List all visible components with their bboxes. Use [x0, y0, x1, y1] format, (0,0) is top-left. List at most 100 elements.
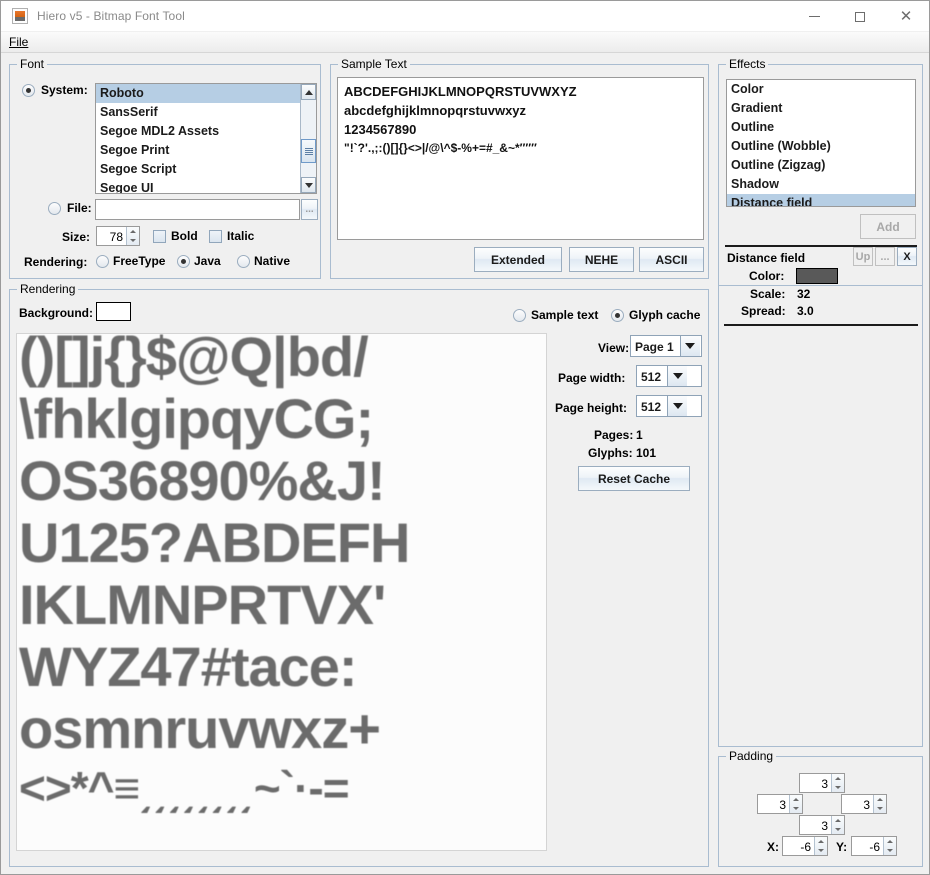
padding-right-increment[interactable]: [874, 795, 886, 804]
minimize-button[interactable]: [791, 1, 837, 32]
background-color-swatch[interactable]: [96, 302, 131, 321]
page-height-dropdown-button[interactable]: [667, 396, 687, 416]
padding-top-arrows[interactable]: [831, 774, 844, 792]
padding-right-arrows[interactable]: [873, 795, 886, 813]
reset-cache-button[interactable]: Reset Cache: [578, 466, 690, 491]
effect-spread-value[interactable]: 3.0: [797, 304, 814, 318]
sample-text-mode-group[interactable]: Sample text: [513, 308, 598, 322]
file-path-input[interactable]: [95, 199, 300, 220]
size-decrement-button[interactable]: [127, 236, 139, 245]
italic-checkbox-group[interactable]: Italic: [209, 229, 254, 243]
list-item[interactable]: Outline (Wobble): [727, 137, 915, 156]
font-panel: Font System: Roboto SansSerif Segoe MDL2…: [9, 64, 321, 279]
list-item[interactable]: Distance field: [727, 194, 915, 207]
list-item[interactable]: SansSerif: [96, 103, 302, 122]
padding-y-increment[interactable]: [884, 837, 896, 846]
scrollbar-thumb[interactable]: [301, 139, 316, 163]
system-font-radio-group[interactable]: System:: [22, 83, 88, 97]
list-item[interactable]: Segoe Script: [96, 160, 302, 179]
glyphs-value: 101: [636, 446, 656, 460]
padding-y-value[interactable]: -6: [852, 837, 883, 855]
effect-options-button[interactable]: ...: [875, 247, 895, 266]
padding-bottom-increment[interactable]: [832, 816, 844, 825]
padding-y-arrows[interactable]: [883, 837, 896, 855]
list-item[interactable]: Shadow: [727, 175, 915, 194]
add-effect-button[interactable]: Add: [860, 214, 916, 239]
padding-y-decrement[interactable]: [884, 846, 896, 855]
java-radio[interactable]: [177, 255, 190, 268]
file-font-radio-group[interactable]: File:: [48, 201, 92, 215]
size-stepper[interactable]: 78: [96, 226, 140, 246]
page-width-dropdown-button[interactable]: [667, 366, 687, 386]
list-item[interactable]: Gradient: [727, 99, 915, 118]
scroll-down-button[interactable]: [301, 177, 316, 193]
italic-checkbox[interactable]: [209, 230, 222, 243]
list-item[interactable]: Roboto: [96, 84, 302, 103]
padding-y-stepper[interactable]: -6: [851, 836, 897, 856]
effect-remove-button[interactable]: X: [897, 247, 917, 266]
native-radio[interactable]: [237, 255, 250, 268]
padding-right-stepper[interactable]: 3: [841, 794, 887, 814]
file-browse-button[interactable]: ...: [301, 199, 318, 220]
bold-checkbox-group[interactable]: Bold: [153, 229, 198, 243]
padding-left-decrement[interactable]: [790, 804, 802, 813]
glyph-cache-canvas[interactable]: ()[]j{}$@Q|bd/ \fhklgipqyCG; OS36890%&J!…: [16, 333, 547, 851]
padding-top-increment[interactable]: [832, 774, 844, 783]
padding-top-value[interactable]: 3: [800, 774, 831, 792]
padding-bottom-decrement[interactable]: [832, 825, 844, 834]
view-page-dropdown-button[interactable]: [680, 336, 700, 356]
freetype-radio[interactable]: [96, 255, 109, 268]
effect-scale-value[interactable]: 32: [797, 287, 810, 301]
padding-left-increment[interactable]: [790, 795, 802, 804]
padding-left-value[interactable]: 3: [758, 795, 789, 813]
page-height-select[interactable]: 512: [636, 395, 702, 417]
padding-right-value[interactable]: 3: [842, 795, 873, 813]
file-radio[interactable]: [48, 202, 61, 215]
ascii-button[interactable]: ASCII: [639, 247, 704, 272]
padding-x-decrement[interactable]: [815, 846, 827, 855]
effect-move-up-button[interactable]: Up: [853, 247, 873, 266]
sample-text-area[interactable]: ABCDEFGHIJKLMNOPQRSTUVWXYZ abcdefghijklm…: [337, 77, 704, 240]
page-width-select[interactable]: 512: [636, 365, 702, 387]
padding-left-arrows[interactable]: [789, 795, 802, 813]
padding-x-value[interactable]: -6: [783, 837, 814, 855]
padding-bottom-stepper[interactable]: 3: [799, 815, 845, 835]
rendering-freetype-group[interactable]: FreeType: [96, 254, 165, 268]
font-list-scrollbar[interactable]: [300, 84, 316, 193]
padding-bottom-arrows[interactable]: [831, 816, 844, 834]
glyph-cache-mode-group[interactable]: Glyph cache: [611, 308, 700, 322]
system-radio[interactable]: [22, 84, 35, 97]
padding-bottom-value[interactable]: 3: [800, 816, 831, 834]
list-item[interactable]: Outline (Zigzag): [727, 156, 915, 175]
view-page-select[interactable]: Page 1: [630, 335, 702, 357]
system-font-list[interactable]: Roboto SansSerif Segoe MDL2 Assets Segoe…: [95, 83, 317, 194]
list-item[interactable]: Segoe UI: [96, 179, 302, 194]
scroll-up-button[interactable]: [301, 84, 316, 100]
size-stepper-arrows[interactable]: [126, 227, 139, 245]
effects-list[interactable]: Color Gradient Outline Outline (Wobble) …: [726, 79, 916, 207]
list-item[interactable]: Color: [727, 80, 915, 99]
effect-color-swatch[interactable]: [796, 268, 838, 284]
padding-left-stepper[interactable]: 3: [757, 794, 803, 814]
size-increment-button[interactable]: [127, 227, 139, 236]
rendering-java-group[interactable]: Java: [177, 254, 221, 268]
padding-right-decrement[interactable]: [874, 804, 886, 813]
size-value[interactable]: 78: [97, 227, 126, 245]
list-item[interactable]: Segoe MDL2 Assets: [96, 122, 302, 141]
padding-x-arrows[interactable]: [814, 837, 827, 855]
padding-x-increment[interactable]: [815, 837, 827, 846]
padding-top-stepper[interactable]: 3: [799, 773, 845, 793]
glyph-cache-radio[interactable]: [611, 309, 624, 322]
close-button[interactable]: ✕: [883, 1, 929, 32]
nehe-button[interactable]: NEHE: [569, 247, 634, 272]
bold-checkbox[interactable]: [153, 230, 166, 243]
menu-file[interactable]: File: [1, 33, 35, 51]
sample-text-radio[interactable]: [513, 309, 526, 322]
extended-button[interactable]: Extended: [474, 247, 562, 272]
maximize-button[interactable]: [837, 1, 883, 32]
list-item[interactable]: Segoe Print: [96, 141, 302, 160]
padding-x-stepper[interactable]: -6: [782, 836, 828, 856]
list-item[interactable]: Outline: [727, 118, 915, 137]
padding-top-decrement[interactable]: [832, 783, 844, 792]
rendering-native-group[interactable]: Native: [237, 254, 290, 268]
